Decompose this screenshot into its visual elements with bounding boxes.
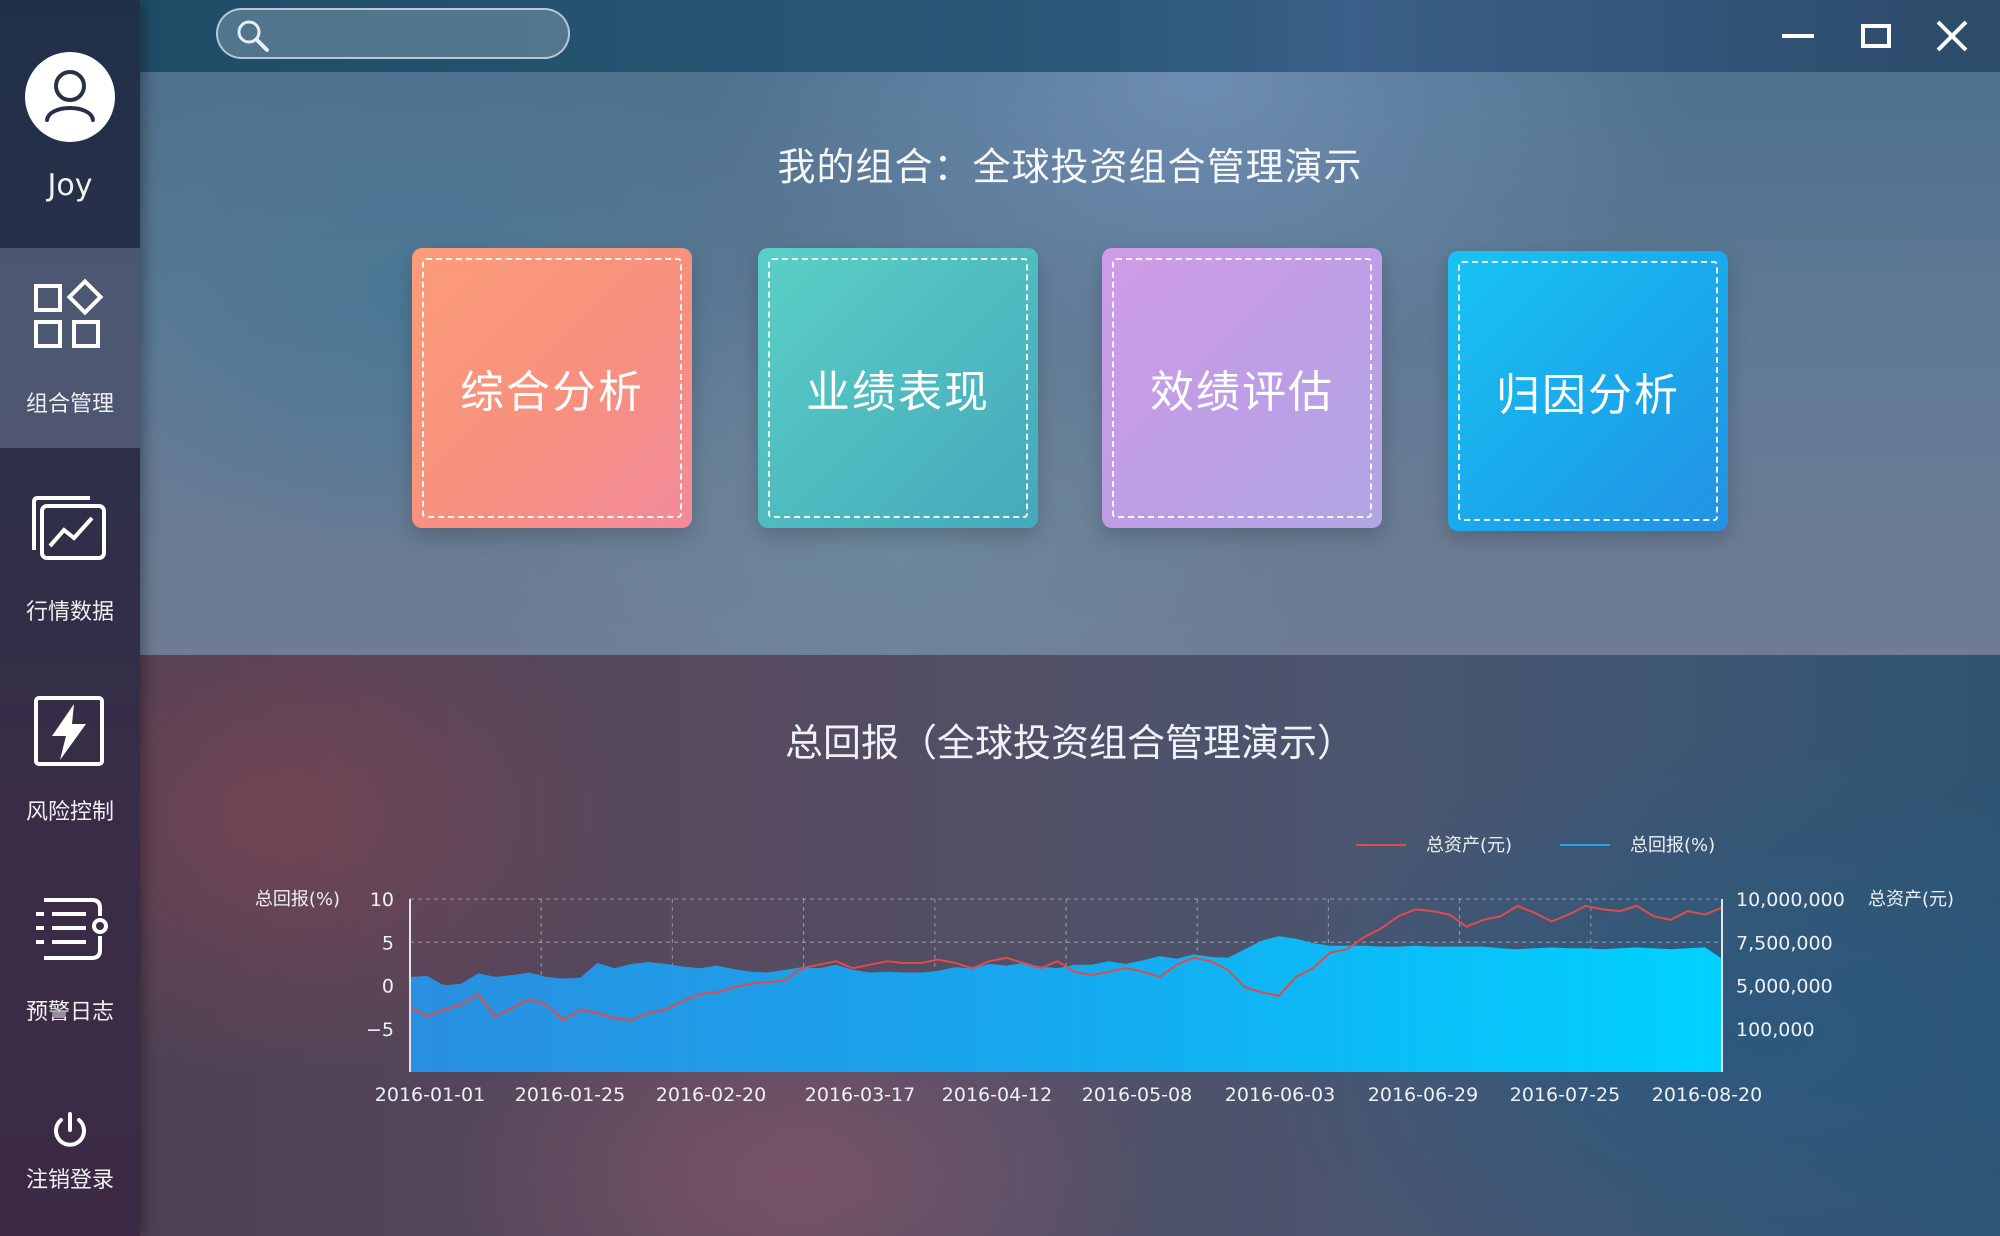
x-tick-label: 2016-06-03 (1225, 1084, 1335, 1106)
card-label: 业绩表现 (768, 258, 1028, 518)
legend-label: 总资产(元) (1426, 835, 1512, 856)
x-tick-label: 2016-01-25 (515, 1084, 625, 1106)
user-icon (45, 70, 95, 122)
sidebar-item-label: 组合管理 (25, 392, 114, 417)
x-tick-label: 2016-06-29 (1368, 1084, 1478, 1106)
y-tick-left: −5 (366, 1019, 394, 1041)
avatar[interactable] (25, 52, 115, 142)
chart-series (409, 904, 1723, 1072)
card-performance[interactable]: 业绩表现 (758, 248, 1038, 528)
apps-grid-icon (34, 278, 104, 348)
username: Joy (47, 168, 93, 203)
x-tick-label: 2016-07-25 (1510, 1084, 1620, 1106)
y-axis-left-label: 总回报(%) (255, 889, 340, 910)
sidebar-item-market-data[interactable]: 行情数据 (0, 458, 140, 658)
chart-title: 总回报（全球投资组合管理演示） (785, 721, 1355, 765)
y-tick-left: 0 (382, 976, 394, 998)
card-label: 综合分析 (422, 258, 682, 518)
search-input[interactable] (280, 18, 550, 50)
y-axis-right-label: 总资产(元) (1868, 889, 1954, 910)
card-evaluation[interactable]: 效绩评估 (1102, 248, 1382, 528)
sidebar-item-label: 行情数据 (25, 600, 114, 625)
x-tick-label: 2016-05-08 (1082, 1084, 1192, 1106)
card-label: 效绩评估 (1112, 258, 1372, 518)
y-tick-right: 7,500,000 (1736, 932, 1833, 954)
close-icon[interactable] (1930, 14, 1974, 58)
card-attribution-analysis[interactable]: 归因分析 (1448, 251, 1728, 531)
y-tick-right: 5,000,000 (1736, 976, 1833, 998)
sidebar-item-portfolio-management[interactable]: 组合管理 (0, 248, 140, 448)
chart-window-icon (32, 496, 106, 560)
maximize-icon[interactable] (1854, 14, 1898, 58)
card-label: 归因分析 (1458, 261, 1718, 521)
total-return-chart: 总回报（全球投资组合管理演示） 总资产(元) 总回报(%) 总回报(%) 总资产(元… (255, 721, 1954, 1106)
y-tick-left: 10 (370, 889, 394, 911)
x-tick-label: 2016-04-12 (942, 1084, 1052, 1106)
x-tick-label: 2016-02-20 (656, 1084, 766, 1106)
chart-legend[interactable]: 总资产(元) 总回报(%) (1356, 835, 1715, 856)
page-title: 我的组合：全球投资组合管理演示 (777, 145, 1363, 189)
y-tick-left: 5 (382, 932, 394, 954)
x-tick-label: 2016-08-20 (1652, 1084, 1762, 1106)
y-tick-right: 10,000,000 (1736, 889, 1845, 911)
x-tick-label: 2016-01-01 (375, 1084, 485, 1106)
search-box[interactable] (216, 8, 570, 59)
search-icon[interactable] (236, 19, 270, 53)
top-bar (140, 0, 2000, 72)
y-tick-right: 100,000 (1736, 1019, 1815, 1041)
x-tick-label: 2016-03-17 (805, 1084, 915, 1106)
legend-label: 总回报(%) (1630, 835, 1715, 856)
minimize-icon[interactable] (1776, 14, 1820, 58)
card-comprehensive-analysis[interactable]: 综合分析 (412, 248, 692, 528)
